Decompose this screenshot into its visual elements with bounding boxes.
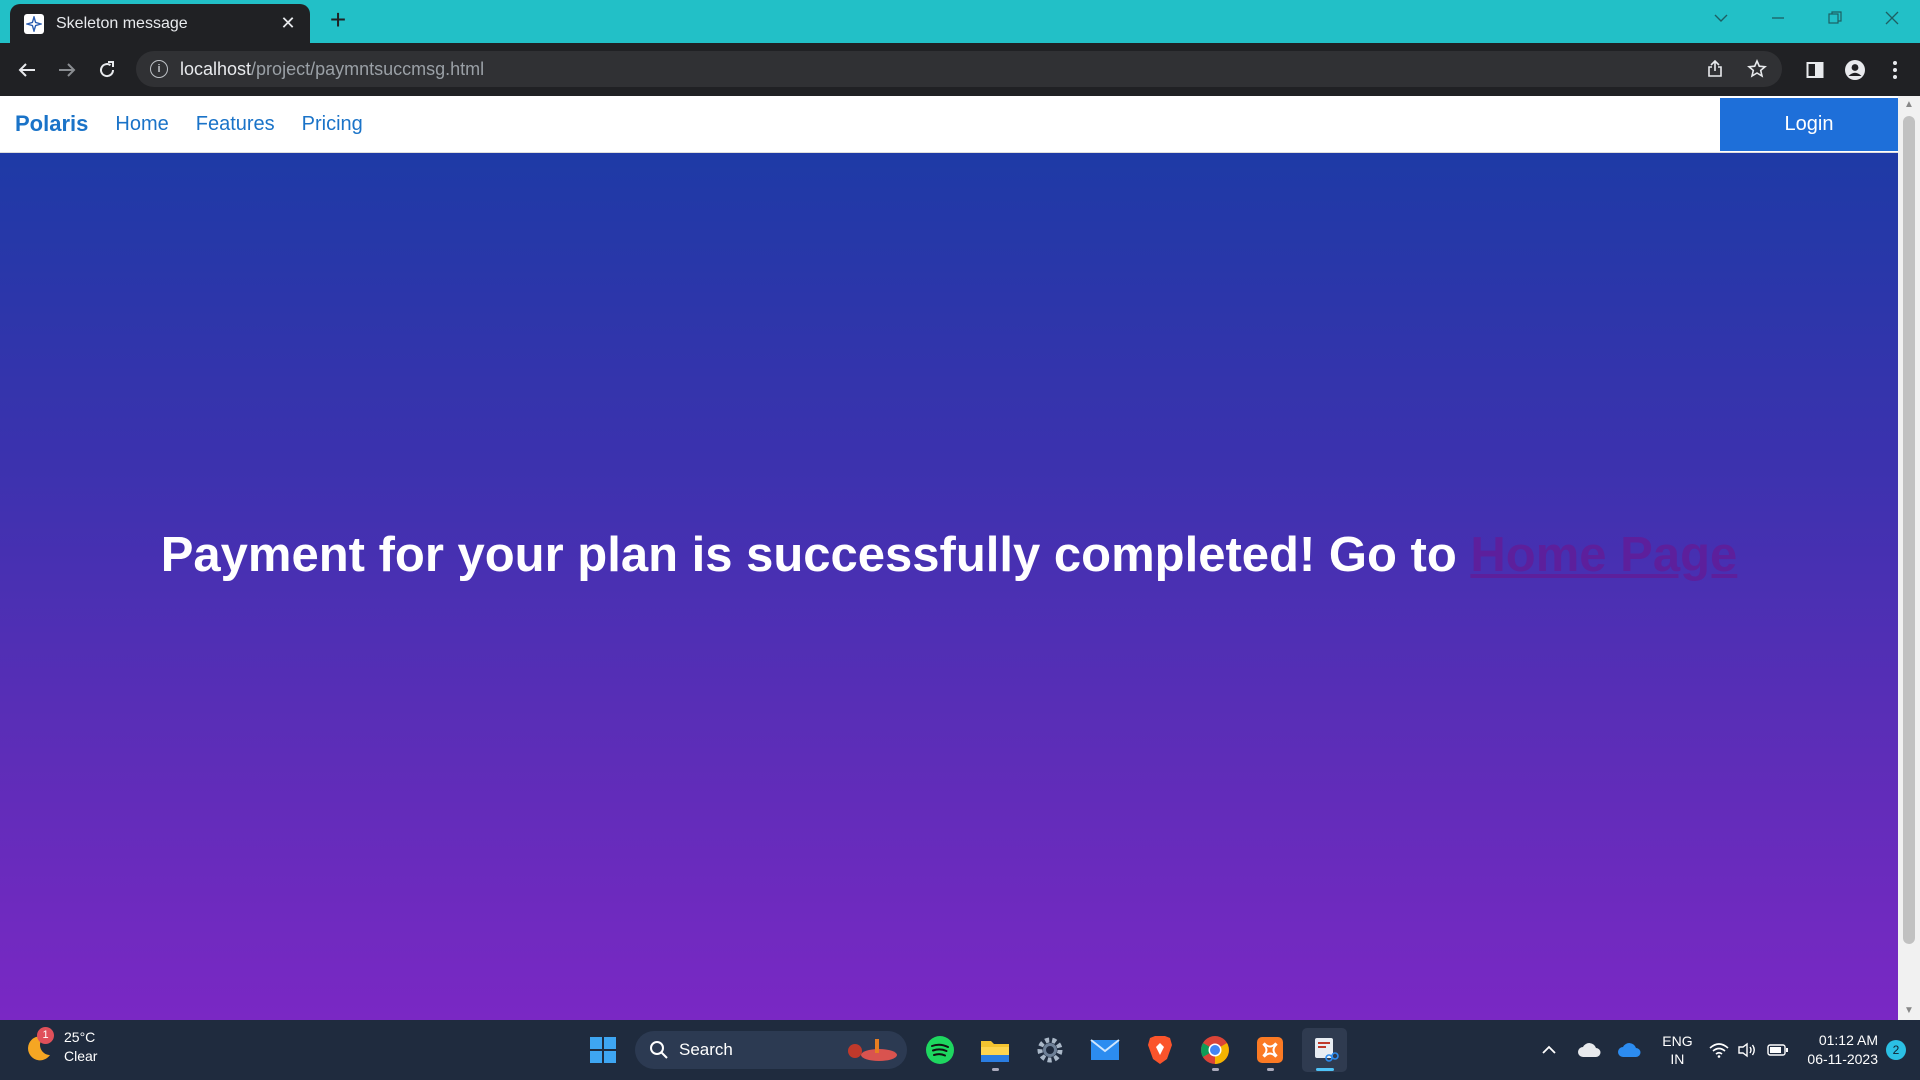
mail-icon[interactable]	[1082, 1028, 1127, 1072]
system-tray: ENG IN 01:12 AM 06-11-2023 2	[1529, 1020, 1920, 1080]
clock-date: 06-11-2023	[1807, 1051, 1878, 1067]
temperature: 25°C	[64, 1029, 96, 1045]
brave-browser-icon[interactable]	[1137, 1028, 1182, 1072]
weather-text: 25°C Clear	[64, 1028, 97, 1066]
close-window-icon[interactable]	[1863, 0, 1920, 36]
wifi-icon[interactable]	[1705, 1030, 1733, 1070]
taskbar-search[interactable]: Search	[635, 1031, 907, 1069]
snipping-tool-icon[interactable]	[1302, 1028, 1347, 1072]
success-message-text: Payment for your plan is successfully co…	[160, 527, 1471, 582]
chrome-icon[interactable]	[1192, 1028, 1237, 1072]
language-indicator[interactable]: ENG IN	[1649, 1028, 1705, 1072]
profile-icon[interactable]	[1840, 55, 1870, 85]
weather-alert-badge: 1	[37, 1027, 54, 1044]
weather-widget[interactable]: 1 25°C Clear	[22, 1027, 97, 1066]
home-page-link[interactable]: Home Page	[1470, 528, 1737, 582]
new-tab-button[interactable]: +	[326, 6, 350, 34]
scroll-up-icon[interactable]: ▲	[1904, 100, 1914, 110]
share-icon[interactable]	[1700, 54, 1730, 84]
taskbar-apps: Search	[580, 1028, 1347, 1072]
forward-icon[interactable]	[52, 55, 82, 85]
address-bar[interactable]: i localhost/project/paymntsuccmsg.html	[136, 51, 1782, 87]
side-panel-icon[interactable]	[1800, 55, 1830, 85]
page-viewport: Polaris Home Features Pricing Login Paym…	[0, 96, 1898, 1020]
weather-condition: Clear	[64, 1048, 98, 1064]
browser-tabstrip: Skeleton message ✕ +	[0, 0, 1920, 43]
nav-link-home[interactable]: Home	[115, 113, 168, 136]
moon-weather-icon: 1	[22, 1027, 54, 1063]
spotify-icon[interactable]	[917, 1028, 962, 1072]
file-explorer-icon[interactable]	[972, 1028, 1017, 1072]
url-host: localhost	[180, 58, 252, 79]
settings-gear-icon[interactable]	[1027, 1028, 1072, 1072]
search-highlight-icon	[848, 1039, 897, 1061]
login-button[interactable]: Login	[1720, 98, 1898, 151]
running-indicator	[991, 1068, 999, 1071]
notification-badge[interactable]: 2	[1886, 1040, 1906, 1060]
search-icon	[650, 1041, 668, 1059]
window-controls	[1692, 0, 1920, 36]
windows-start-icon[interactable]	[580, 1028, 625, 1072]
search-label: Search	[679, 1040, 733, 1059]
scroll-down-icon[interactable]: ▼	[1904, 1006, 1914, 1016]
nav-link-pricing[interactable]: Pricing	[302, 113, 363, 136]
tab-search-icon[interactable]	[1692, 0, 1749, 36]
page-scrollbar[interactable]: ▲ ▼	[1898, 96, 1920, 1020]
site-favicon-icon	[24, 13, 44, 34]
running-indicator	[1211, 1068, 1219, 1071]
nav-link-features[interactable]: Features	[196, 113, 275, 136]
hidden-icons-chevron-icon[interactable]	[1529, 1030, 1569, 1070]
browser-tab[interactable]: Skeleton message ✕	[10, 4, 310, 43]
browser-menu-icon[interactable]	[1880, 55, 1910, 85]
minimize-icon[interactable]	[1749, 0, 1806, 36]
toolbar-right	[1800, 55, 1910, 85]
battery-icon[interactable]	[1761, 1030, 1795, 1070]
windows-taskbar: 1 25°C Clear Search ENG IN 01:12 AM 06-1…	[0, 1020, 1920, 1080]
omnibox-actions	[1700, 51, 1772, 87]
region-code: IN	[1670, 1051, 1685, 1067]
browser-toolbar: i localhost/project/paymntsuccmsg.html	[0, 43, 1920, 96]
bookmark-star-icon[interactable]	[1742, 54, 1772, 84]
site-info-icon[interactable]: i	[150, 60, 168, 78]
tab-title: Skeleton message	[56, 14, 188, 32]
back-icon[interactable]	[12, 55, 42, 85]
restore-icon[interactable]	[1806, 0, 1863, 36]
tab-close-icon[interactable]: ✕	[278, 13, 298, 34]
success-message: Payment for your plan is successfully co…	[161, 527, 1738, 583]
brand-logo[interactable]: Polaris	[15, 111, 88, 137]
running-indicator	[1266, 1068, 1274, 1071]
url-path: /project/paymntsuccmsg.html	[251, 58, 485, 79]
scroll-thumb[interactable]	[1903, 116, 1915, 944]
clock-time: 01:12 AM	[1818, 1032, 1878, 1048]
active-indicator	[1315, 1068, 1334, 1071]
payment-success-hero: Payment for your plan is successfully co…	[0, 153, 1898, 1020]
language-code: ENG	[1662, 1033, 1693, 1049]
xampp-icon[interactable]	[1247, 1028, 1292, 1072]
volume-icon[interactable]	[1733, 1030, 1761, 1070]
reload-icon[interactable]	[92, 55, 122, 85]
onedrive-business-icon[interactable]	[1609, 1030, 1649, 1070]
onedrive-personal-icon[interactable]	[1569, 1030, 1609, 1070]
system-clock[interactable]: 01:12 AM 06-11-2023	[1807, 1031, 1878, 1069]
site-navbar: Polaris Home Features Pricing Login	[0, 96, 1898, 153]
